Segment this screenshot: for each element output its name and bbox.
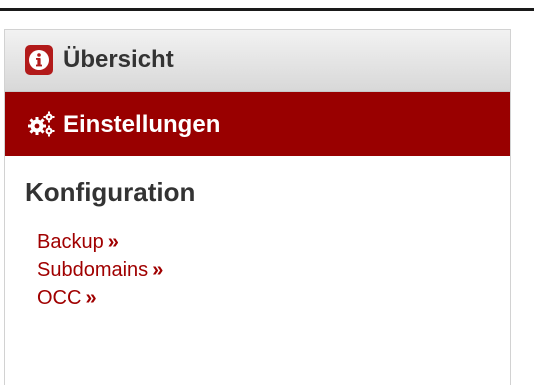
nav-item-settings-label: Einstellungen bbox=[63, 111, 221, 138]
list-item: Subdomains» bbox=[37, 256, 163, 284]
section-heading: Konfiguration bbox=[25, 177, 196, 207]
occ-link[interactable]: OCC» bbox=[37, 287, 97, 309]
nav-item-overview-label: Übersicht bbox=[63, 46, 174, 73]
nav-item-overview[interactable]: Übersicht bbox=[5, 30, 510, 92]
backup-link[interactable]: Backup» bbox=[37, 231, 119, 253]
top-divider bbox=[0, 8, 534, 11]
sidebar-panel: Übersicht Einstellungen Konfiguration Ba… bbox=[4, 29, 511, 385]
double-chevron-icon: » bbox=[85, 287, 97, 309]
occ-link-label: OCC bbox=[37, 287, 82, 309]
nav-item-settings[interactable]: Einstellungen bbox=[5, 92, 510, 156]
list-item: OCC» bbox=[37, 284, 163, 312]
gears-icon bbox=[27, 111, 55, 137]
info-icon bbox=[25, 45, 53, 75]
double-chevron-icon: » bbox=[152, 259, 164, 281]
subdomains-link[interactable]: Subdomains» bbox=[37, 259, 163, 281]
subdomains-link-label: Subdomains bbox=[37, 259, 149, 281]
double-chevron-icon: » bbox=[107, 231, 119, 253]
config-link-list: Backup» Subdomains» OCC» bbox=[37, 228, 163, 312]
backup-link-label: Backup bbox=[37, 231, 104, 253]
list-item: Backup» bbox=[37, 228, 163, 256]
